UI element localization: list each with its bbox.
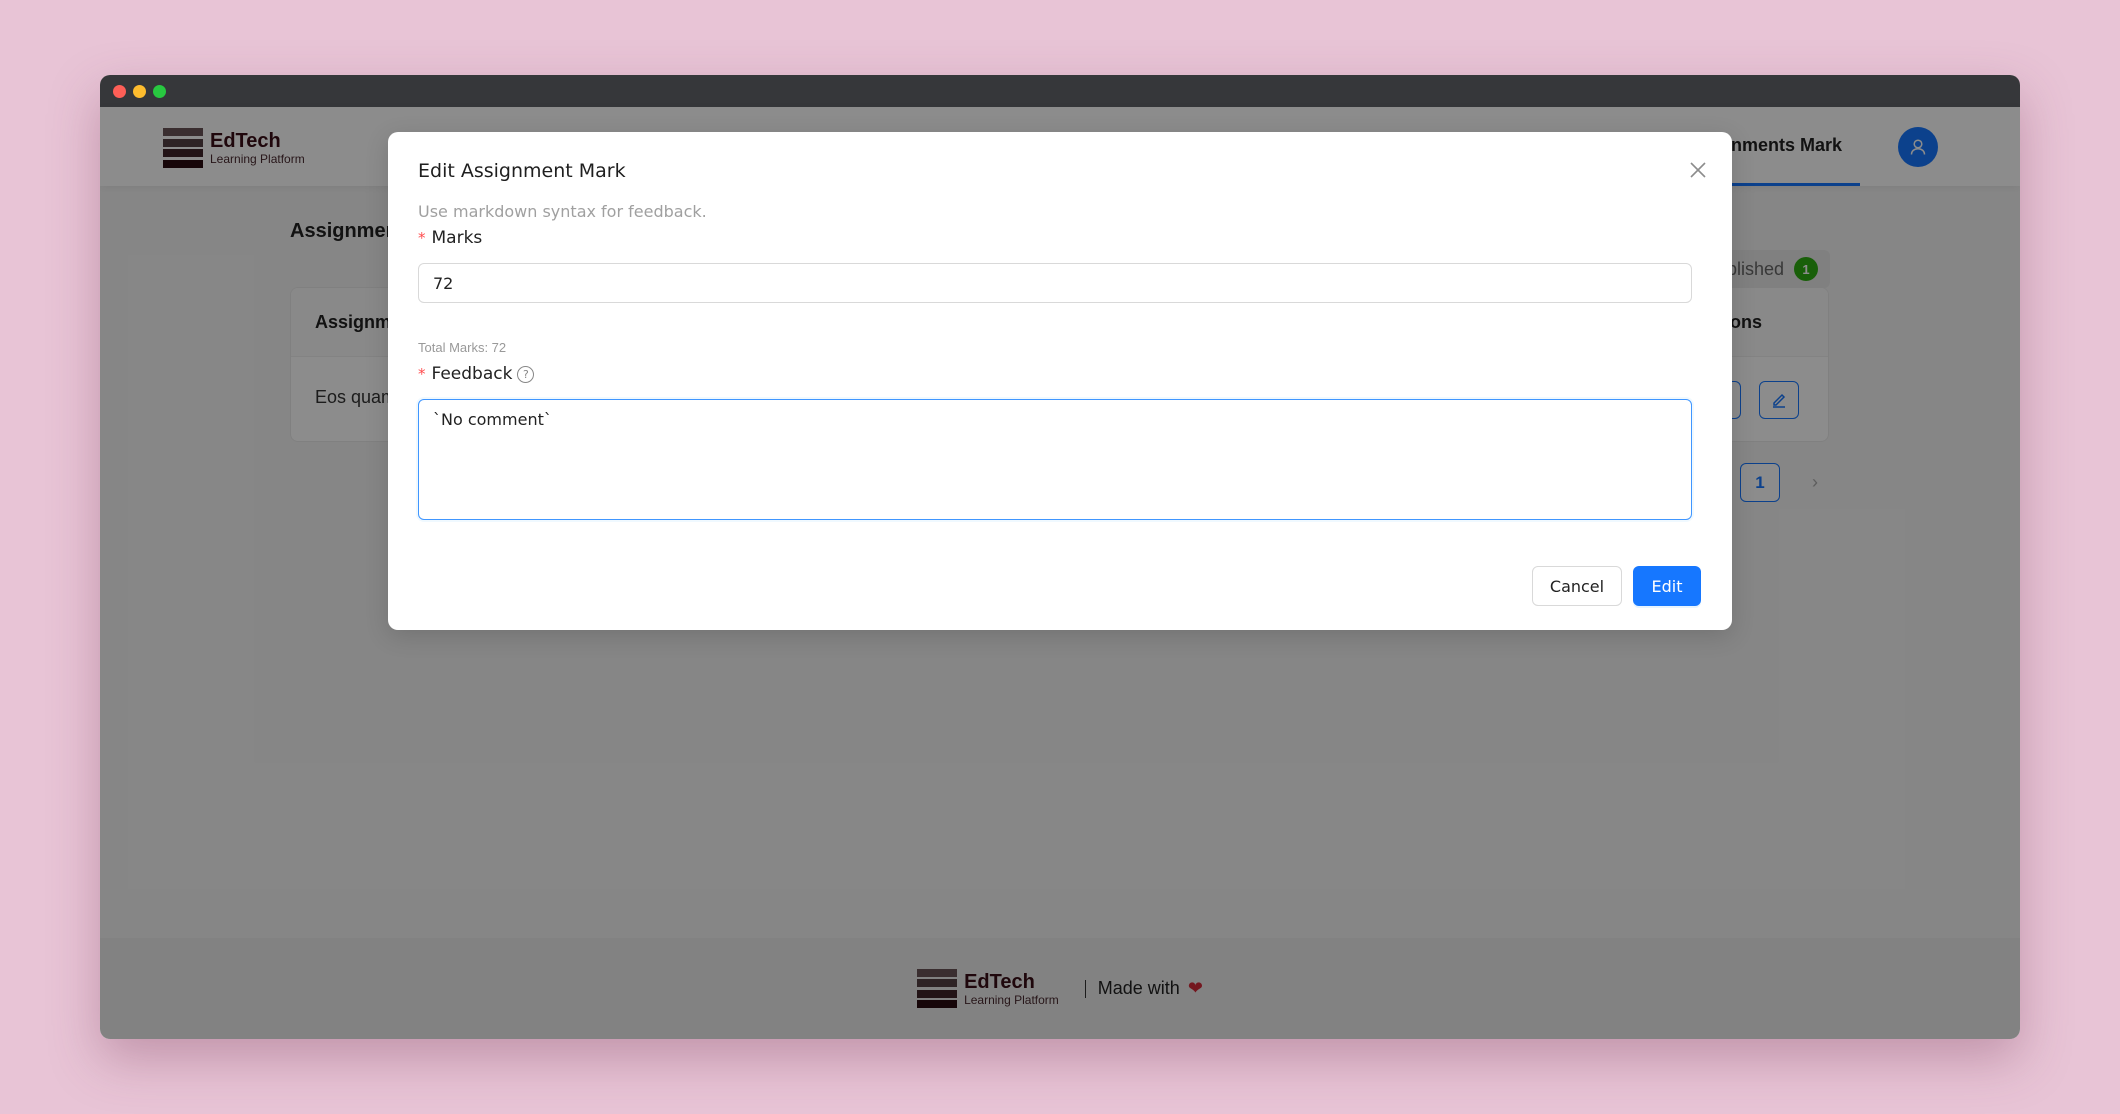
required-asterisk: * [418, 229, 426, 247]
total-marks-text: Total Marks: 72 [418, 340, 507, 355]
marks-label-text: Marks [431, 228, 483, 248]
marks-input[interactable] [418, 263, 1692, 303]
submit-edit-button[interactable]: Edit [1633, 566, 1701, 606]
question-circle-icon[interactable]: ? [517, 365, 535, 383]
feedback-textarea[interactable]: `No comment` [418, 399, 1692, 520]
close-window-button[interactable] [113, 85, 126, 98]
close-button[interactable] [1684, 156, 1712, 184]
feedback-label: * Feedback ? [418, 364, 535, 384]
marks-label: * Marks [418, 228, 482, 248]
close-icon [1690, 162, 1706, 178]
edit-assignment-mark-modal: Edit Assignment Mark Use markdown syntax… [388, 132, 1732, 630]
window-titlebar [100, 75, 2020, 107]
cancel-button[interactable]: Cancel [1532, 566, 1622, 606]
minimize-window-button[interactable] [133, 85, 146, 98]
maximize-window-button[interactable] [153, 85, 166, 98]
markdown-hint: Use markdown syntax for feedback. [418, 202, 707, 221]
required-asterisk: * [418, 365, 426, 383]
feedback-label-text: Feedback [431, 364, 513, 384]
modal-title: Edit Assignment Mark [418, 160, 626, 182]
